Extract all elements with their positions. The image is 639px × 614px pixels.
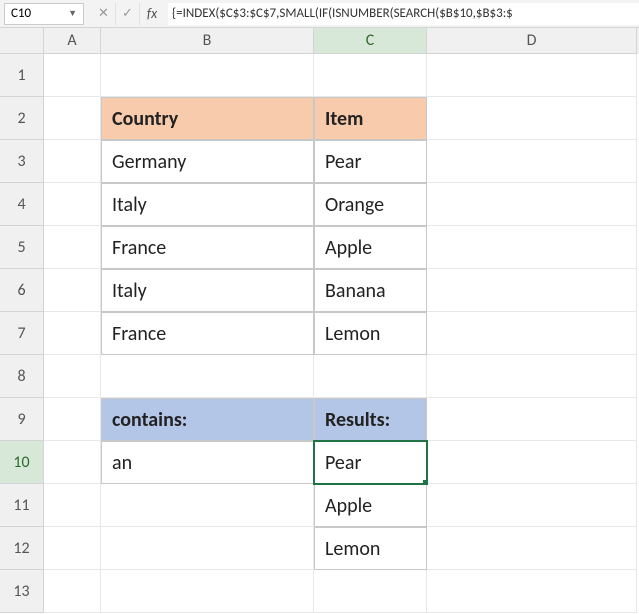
row-header-5[interactable]: 5	[0, 226, 44, 269]
row-header-10[interactable]: 10	[0, 441, 44, 484]
cell-C7[interactable]: Lemon	[314, 312, 427, 355]
cell-A10[interactable]	[44, 441, 101, 484]
confirm-icon[interactable]: ✓	[116, 3, 140, 25]
row-header-9[interactable]: 9	[0, 398, 44, 441]
spreadsheet-grid: A B C D 1 2 3 4 5 6 7 8 9 10 11 12 13	[0, 28, 639, 613]
cell-C11[interactable]: Apple	[314, 484, 427, 527]
row-header-12[interactable]: 12	[0, 527, 44, 570]
row-header-2[interactable]: 2	[0, 97, 44, 140]
cell-D5[interactable]	[427, 226, 637, 269]
cell-D7[interactable]	[427, 312, 637, 355]
cell-D1[interactable]	[427, 54, 637, 97]
cell-C6[interactable]: Banana	[314, 269, 427, 312]
cell-A2[interactable]	[44, 97, 101, 140]
cell-A13[interactable]	[44, 570, 101, 613]
cell-D11[interactable]	[427, 484, 637, 527]
cell-B5[interactable]: France	[101, 226, 314, 269]
cell-D4[interactable]	[427, 183, 637, 226]
row-header-4[interactable]: 4	[0, 183, 44, 226]
name-box[interactable]: C10 ▼	[4, 3, 84, 25]
formula-bar: C10 ▼ ✕ ✓ fx {=INDEX($C$3:$C$7,SMALL(IF(…	[0, 0, 639, 28]
cell-C10-value: Pear	[325, 451, 361, 475]
cell-C8[interactable]	[314, 355, 427, 398]
cell-D12[interactable]	[427, 527, 637, 570]
cell-A7[interactable]	[44, 312, 101, 355]
cell-C1[interactable]	[314, 54, 427, 97]
cell-B9[interactable]: contains:	[101, 398, 314, 441]
row-header-7[interactable]: 7	[0, 312, 44, 355]
cell-D3[interactable]	[427, 140, 637, 183]
cell-A3[interactable]	[44, 140, 101, 183]
dropdown-icon[interactable]: ▼	[68, 8, 77, 19]
cell-C2[interactable]: Item	[314, 97, 427, 140]
formula-input[interactable]: {=INDEX($C$3:$C$7,SMALL(IF(ISNUMBER(SEAR…	[168, 3, 639, 25]
fill-handle[interactable]	[423, 480, 427, 484]
row-header-8[interactable]: 8	[0, 355, 44, 398]
cell-C12[interactable]: Lemon	[314, 527, 427, 570]
row-header-11[interactable]: 11	[0, 484, 44, 527]
cell-B8[interactable]	[101, 355, 314, 398]
cell-A9[interactable]	[44, 398, 101, 441]
cell-B1[interactable]	[101, 54, 314, 97]
cell-B13[interactable]	[101, 570, 314, 613]
cell-B12[interactable]	[101, 527, 314, 570]
fx-icon[interactable]: fx	[140, 3, 164, 25]
row-header-13[interactable]: 13	[0, 570, 44, 613]
cell-A11[interactable]	[44, 484, 101, 527]
cell-C13[interactable]	[314, 570, 427, 613]
select-all-corner[interactable]	[0, 28, 44, 54]
col-header-D[interactable]: D	[427, 28, 637, 54]
cell-C10[interactable]: Pear	[314, 441, 427, 484]
cell-C4[interactable]: Orange	[314, 183, 427, 226]
cancel-icon[interactable]: ✕	[92, 3, 116, 25]
cell-D10[interactable]	[427, 441, 637, 484]
cell-D13[interactable]	[427, 570, 637, 613]
cell-D9[interactable]	[427, 398, 637, 441]
column-headers: A B C D	[0, 28, 639, 54]
cell-C5[interactable]: Apple	[314, 226, 427, 269]
col-header-C[interactable]: C	[314, 28, 427, 54]
cell-B7[interactable]: France	[101, 312, 314, 355]
cell-B4[interactable]: Italy	[101, 183, 314, 226]
cell-A1[interactable]	[44, 54, 101, 97]
cell-B11[interactable]	[101, 484, 314, 527]
cells-area[interactable]: Country Item Germany Pear Italy Orange	[44, 54, 639, 613]
cell-B10[interactable]: an	[101, 441, 314, 484]
cell-B6[interactable]: Italy	[101, 269, 314, 312]
cell-A6[interactable]	[44, 269, 101, 312]
cell-A12[interactable]	[44, 527, 101, 570]
cell-A8[interactable]	[44, 355, 101, 398]
cell-B3[interactable]: Germany	[101, 140, 314, 183]
cell-C9[interactable]: Results:	[314, 398, 427, 441]
formula-text: {=INDEX($C$3:$C$7,SMALL(IF(ISNUMBER(SEAR…	[172, 6, 513, 21]
cell-D2[interactable]	[427, 97, 637, 140]
cell-D8[interactable]	[427, 355, 637, 398]
name-box-value: C10	[11, 6, 31, 21]
col-header-A[interactable]: A	[44, 28, 101, 54]
col-header-B[interactable]: B	[101, 28, 314, 54]
cell-D6[interactable]	[427, 269, 637, 312]
row-header-3[interactable]: 3	[0, 140, 44, 183]
cell-A5[interactable]	[44, 226, 101, 269]
row-header-6[interactable]: 6	[0, 269, 44, 312]
row-header-1[interactable]: 1	[0, 54, 44, 97]
cell-C3[interactable]: Pear	[314, 140, 427, 183]
cell-B2[interactable]: Country	[101, 97, 314, 140]
row-headers: 1 2 3 4 5 6 7 8 9 10 11 12 13	[0, 54, 44, 613]
cell-A4[interactable]	[44, 183, 101, 226]
